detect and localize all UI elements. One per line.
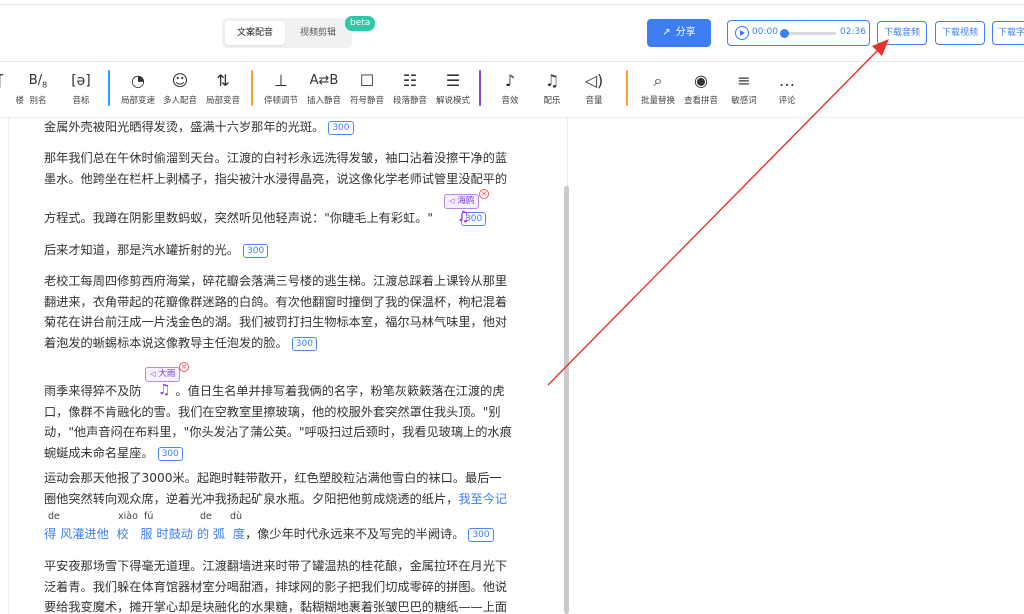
red-arrow-annotation	[547, 39, 889, 386]
